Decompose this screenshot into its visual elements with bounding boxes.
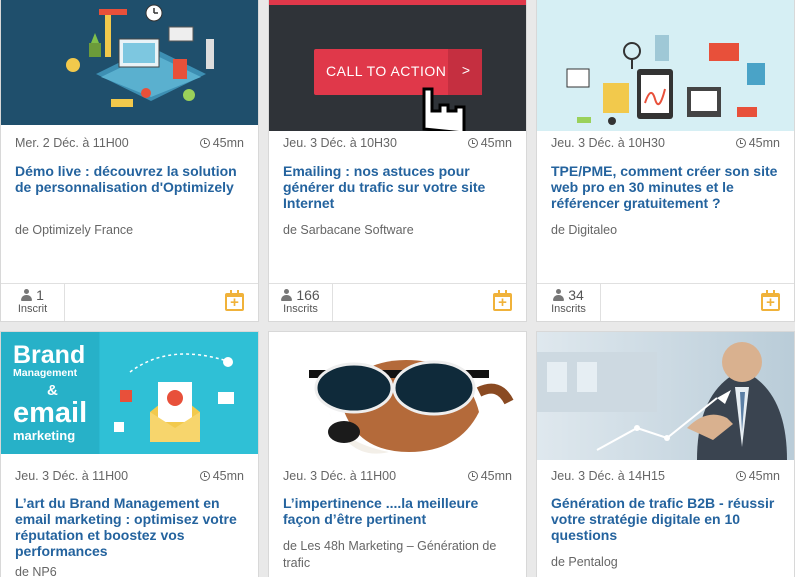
event-date: Mer. 2 Déc. à 11H00 xyxy=(15,136,129,150)
webinar-card[interactable]: Brand Management & email marketing Jeu. … xyxy=(0,331,259,577)
count-number: 1 xyxy=(36,287,44,303)
user-icon xyxy=(553,289,565,301)
event-title[interactable]: L’art du Brand Management en email marke… xyxy=(15,495,246,559)
hand-cursor-icon xyxy=(422,87,466,131)
event-date: Jeu. 3 Déc. à 11H00 xyxy=(15,469,129,483)
add-to-calendar-icon[interactable] xyxy=(225,290,244,311)
event-date: Jeu. 3 Déc. à 11H00 xyxy=(283,469,397,483)
count-label: Inscrit xyxy=(17,303,48,315)
registrant-count: 1 Inscrit xyxy=(1,284,65,321)
add-to-calendar-icon[interactable] xyxy=(761,290,780,311)
event-title[interactable]: Démo live : découvrez la solution de per… xyxy=(15,163,246,195)
card-meta: Jeu. 3 Déc. à 10H30 45mn xyxy=(283,136,512,150)
card-meta: Jeu. 3 Déc. à 14H15 45mn xyxy=(551,469,780,483)
workspace-illustration-icon xyxy=(1,0,258,125)
event-date: Jeu. 3 Déc. à 10H30 xyxy=(551,136,665,150)
event-date: Jeu. 3 Déc. à 14H15 xyxy=(551,469,665,483)
registrant-count: 166 Inscrits xyxy=(269,284,333,321)
card-meta: Mer. 2 Déc. à 11H00 45mn xyxy=(15,136,244,150)
event-duration: 45mn xyxy=(467,136,512,150)
event-organizer: de Pentalog xyxy=(551,555,618,569)
count-label: Inscrits xyxy=(283,303,318,315)
image-management-text: Management xyxy=(13,367,78,379)
event-title[interactable]: Génération de trafic B2B - réussir votre… xyxy=(551,495,782,543)
card-thumbnail[interactable] xyxy=(269,332,526,460)
event-organizer: de Les 48h Marketing – Génération de tra… xyxy=(283,539,497,570)
user-icon xyxy=(21,289,33,301)
webinar-card[interactable]: Jeu. 3 Déc. à 11H00 45mn L’impertinence … xyxy=(268,331,527,577)
email-envelope-icon xyxy=(100,332,258,454)
webinar-card[interactable]: Jeu. 3 Déc. à 14H15 45mn Génération de t… xyxy=(536,331,795,577)
event-organizer: de NP6 xyxy=(15,565,57,577)
event-duration: 45mn xyxy=(199,469,244,483)
duration-text: 45mn xyxy=(480,469,512,483)
clock-icon xyxy=(199,138,210,148)
webinar-card[interactable]: Mer. 2 Déc. à 11H00 45mn Démo live : déc… xyxy=(0,0,259,322)
event-title[interactable]: TPE/PME, comment créer son site web pro … xyxy=(551,163,782,211)
event-date: Jeu. 3 Déc. à 10H30 xyxy=(283,136,397,150)
event-organizer: de Optimizely France xyxy=(15,223,134,237)
event-duration: 45mn xyxy=(735,136,780,150)
user-icon xyxy=(281,289,293,301)
clock-icon xyxy=(467,471,478,481)
registrant-count: 34 Inscrits xyxy=(537,284,601,321)
count-number: 166 xyxy=(296,287,320,303)
event-duration: 45mn xyxy=(735,469,780,483)
event-organizer: de Digitaleo xyxy=(551,223,618,237)
duration-text: 45mn xyxy=(748,469,780,483)
card-thumbnail[interactable] xyxy=(1,0,258,125)
event-duration: 45mn xyxy=(467,469,512,483)
duration-text: 45mn xyxy=(480,136,512,150)
duration-text: 45mn xyxy=(212,469,244,483)
clock-icon xyxy=(199,471,210,481)
webinar-card[interactable]: Jeu. 3 Déc. à 10H30 45mn TPE/PME, commen… xyxy=(536,0,795,322)
clock-icon xyxy=(467,138,478,148)
event-organizer: de Sarbacane Software xyxy=(283,223,414,237)
card-meta: Jeu. 3 Déc. à 10H30 45mn xyxy=(551,136,780,150)
card-footer: 34 Inscrits xyxy=(537,283,794,321)
event-duration: 45mn xyxy=(199,136,244,150)
duration-text: 45mn xyxy=(212,136,244,150)
image-brand-text: Brand xyxy=(13,341,86,369)
card-thumbnail[interactable]: CALL TO ACTION > xyxy=(269,0,526,131)
image-marketing-text: marketing xyxy=(13,428,76,443)
count-number: 34 xyxy=(568,287,584,303)
webinar-grid: Mer. 2 Déc. à 11H00 45mn Démo live : déc… xyxy=(0,0,795,577)
count-label: Inscrits xyxy=(551,303,586,315)
card-footer: 1 Inscrit xyxy=(1,283,258,321)
event-title[interactable]: L’impertinence ....la meilleure façon d’… xyxy=(283,495,514,527)
card-meta: Jeu. 3 Déc. à 11H00 45mn xyxy=(15,469,244,483)
cta-image-arrow: > xyxy=(461,62,470,78)
card-meta: Jeu. 3 Déc. à 11H00 45mn xyxy=(283,469,512,483)
card-footer: 166 Inscrits xyxy=(269,283,526,321)
card-thumbnail[interactable] xyxy=(537,332,794,460)
card-thumbnail[interactable]: Brand Management & email marketing xyxy=(1,332,258,454)
duration-text: 45mn xyxy=(748,136,780,150)
webinar-card[interactable]: CALL TO ACTION > Jeu. 3 Déc. à 10H30 45m… xyxy=(268,0,527,322)
image-email-text: email xyxy=(13,397,88,429)
clock-icon xyxy=(735,471,746,481)
cta-image-label: CALL TO ACTION xyxy=(326,63,447,79)
ecommerce-illustration-icon xyxy=(537,0,794,131)
event-title[interactable]: Emailing : nos astuces pour générer du t… xyxy=(283,163,514,211)
clock-icon xyxy=(735,138,746,148)
card-thumbnail[interactable] xyxy=(537,0,794,131)
add-to-calendar-icon[interactable] xyxy=(493,290,512,311)
dog-sunglasses-illustration-icon xyxy=(269,332,526,460)
businessman-chart-illustration-icon xyxy=(537,332,794,460)
